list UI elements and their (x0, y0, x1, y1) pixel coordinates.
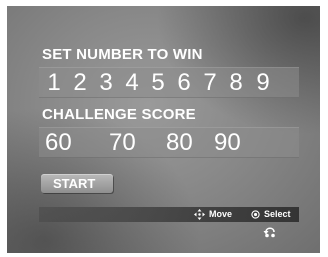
number-option-3[interactable]: 3 (95, 68, 117, 97)
start-button[interactable]: START (41, 174, 113, 193)
number-option-7[interactable]: 7 (199, 68, 221, 97)
number-option-9[interactable]: 9 (252, 68, 274, 97)
move-hint-label: Move (209, 209, 233, 219)
challenge-score-heading: CHALLENGE SCORE (42, 106, 196, 123)
select-hint-label: Select (264, 209, 291, 219)
number-option-2[interactable]: 2 (69, 68, 91, 97)
controls-hint-bar: Move Select (39, 207, 299, 222)
number-option-5[interactable]: 5 (147, 68, 169, 97)
select-hint: Select (251, 207, 291, 222)
select-button-icon (251, 210, 260, 219)
score-option-60[interactable]: 60 (45, 128, 72, 157)
number-option-8[interactable]: 8 (225, 68, 247, 97)
score-option-70[interactable]: 70 (109, 128, 136, 157)
game-screen: SET NUMBER TO WIN 1 2 3 4 5 6 7 8 9 CHAL… (7, 6, 320, 253)
number-option-4[interactable]: 4 (121, 68, 143, 97)
set-number-heading: SET NUMBER TO WIN (42, 46, 203, 63)
score-option-80[interactable]: 80 (166, 128, 193, 157)
number-selector-bar: 1 2 3 4 5 6 7 8 9 (39, 67, 299, 98)
score-option-90[interactable]: 90 (214, 128, 241, 157)
move-hint: Move (194, 207, 232, 222)
number-option-6[interactable]: 6 (173, 68, 195, 97)
score-selector-bar: 60 70 80 90 (39, 127, 299, 158)
number-option-1[interactable]: 1 (43, 68, 65, 97)
dpad-arrows-icon (194, 209, 205, 221)
return-arrow-icon (263, 227, 275, 238)
